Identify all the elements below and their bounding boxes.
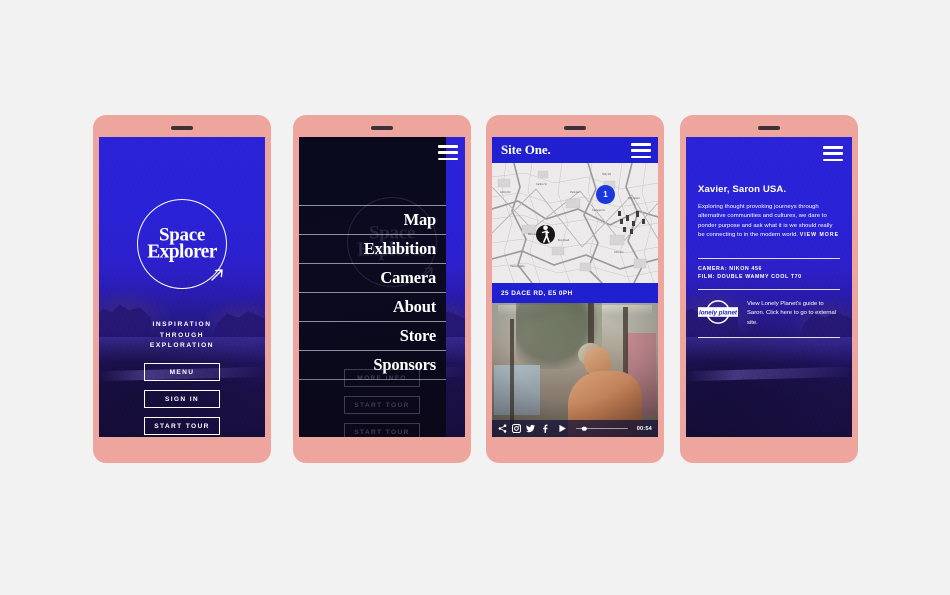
walking-person-icon[interactable] — [536, 225, 555, 244]
svg-text:Bow Road: Bow Road — [558, 239, 570, 242]
view-more-link[interactable]: VIEW MORE — [800, 232, 839, 238]
divider — [698, 289, 840, 290]
hamburger-icon[interactable] — [631, 143, 651, 158]
svg-text:Park Ave: Park Ave — [570, 191, 580, 194]
circle-arrow-icon — [211, 269, 223, 281]
space-explorer-logo: Space Explorer — [137, 199, 227, 289]
sign-in-button[interactable]: SIGN IN — [144, 390, 220, 408]
hamburger-bar — [631, 149, 651, 152]
phone-mockup-menu: Space Explorer Map Exhibition Camera Abo… — [293, 115, 471, 463]
tagline-line-1: INSPIRATION — [152, 321, 212, 328]
video-timestamp: 00:54 — [636, 425, 652, 432]
video-progress-slider[interactable] — [576, 426, 628, 431]
divider — [698, 258, 840, 259]
hamburger-bar — [438, 157, 458, 160]
tagline-line-2: THROUGH — [159, 331, 205, 339]
logo-line-2: Explorer — [147, 241, 217, 263]
horizon-haze — [686, 337, 852, 363]
screen-splash: Space Explorer INSPIRATION THROUGH EXPLO… — [99, 137, 265, 437]
video-player[interactable]: 00:54 — [492, 303, 658, 437]
menu-button[interactable]: MENU — [144, 363, 220, 381]
story-body: Exploring thought provoking journeys thr… — [698, 203, 840, 241]
svg-text:Old Ford: Old Ford — [614, 251, 624, 254]
tagline: INSPIRATION THROUGH EXPLORATION — [99, 320, 265, 352]
faded-button-stack: MORE INFO START TOUR START TOUR — [344, 369, 420, 437]
start-tour-button-1[interactable]: START TOUR — [344, 396, 420, 414]
hamburger-bar — [631, 155, 651, 158]
play-icon[interactable] — [558, 424, 567, 433]
map-view[interactable]: Ashby Rd Carlton St Park Ave Holly Rd Mi… — [492, 163, 658, 283]
video-control-bar: 00:54 — [492, 420, 658, 437]
screen-menu: Space Explorer Map Exhibition Camera Abo… — [299, 137, 465, 437]
svg-text:Ashby Rd: Ashby Rd — [500, 191, 511, 194]
hamburger-icon[interactable] — [438, 145, 458, 160]
phone-mockup-site-detail: Site One. Ashby Rd Carlton St Park Ave H… — [486, 115, 664, 463]
phone-speaker — [171, 126, 193, 130]
lonely-planet-logo[interactable]: lonely planet — [698, 297, 738, 329]
phone-mockup-splash: Space Explorer INSPIRATION THROUGH EXPLO… — [93, 115, 271, 463]
navigation-menu-list: Map Exhibition Camera About Store Sponso… — [299, 205, 446, 380]
partner-block: lonely planet View Lonely Planet's guide… — [698, 297, 840, 329]
svg-text:Tredegar St: Tredegar St — [592, 209, 605, 212]
svg-text:Carlton St: Carlton St — [536, 183, 547, 186]
hamburger-bar — [823, 152, 843, 155]
page-title: Site One. — [501, 142, 551, 157]
desert-photo-background — [686, 137, 852, 437]
screen-site-detail: Site One. Ashby Rd Carlton St Park Ave H… — [492, 137, 658, 437]
facebook-icon[interactable] — [540, 424, 549, 433]
shot-metadata: CAMERA: NIKON 456 FILM: DOUBLE WAMMY COO… — [698, 265, 840, 282]
screen-story-detail: Xavier, Saron USA. Exploring thought pro… — [686, 137, 852, 437]
svg-text:Fish Island: Fish Island — [628, 197, 640, 200]
hamburger-bar — [438, 151, 458, 154]
menu-item-camera[interactable]: Camera — [299, 263, 446, 292]
canvas: Space Explorer INSPIRATION THROUGH EXPLO… — [0, 0, 950, 595]
film-meta: FILM: DOUBLE WAMMY COOL T70 — [698, 274, 802, 281]
menu-item-store[interactable]: Store — [299, 321, 446, 350]
map-marker-1[interactable]: 1 — [596, 185, 615, 204]
more-info-button[interactable]: MORE INFO — [344, 369, 420, 387]
svg-text:lonely planet: lonely planet — [699, 310, 738, 317]
hamburger-bar — [631, 143, 651, 146]
svg-text:Holly Rd: Holly Rd — [602, 173, 612, 176]
story-title: Xavier, Saron USA. — [698, 184, 787, 195]
phone-speaker — [371, 126, 393, 130]
partner-text[interactable]: View Lonely Planet's guide to Saron. Cli… — [747, 297, 840, 328]
menu-item-map[interactable]: Map — [299, 205, 446, 234]
video-progress-knob[interactable] — [582, 426, 587, 431]
splash-button-stack: MENU SIGN IN START TOUR — [144, 363, 220, 435]
road-streak — [686, 366, 852, 382]
menu-item-about[interactable]: About — [299, 292, 446, 321]
hamburger-bar — [823, 158, 843, 161]
camera-meta: CAMERA: NIKON 456 — [698, 266, 763, 272]
share-icon[interactable] — [498, 424, 507, 433]
divider — [698, 337, 840, 338]
phone-speaker — [564, 126, 586, 130]
phone-mockup-story-detail: Xavier, Saron USA. Exploring thought pro… — [680, 115, 858, 463]
hamburger-bar — [438, 145, 458, 148]
start-tour-button-2[interactable]: START TOUR — [344, 423, 420, 437]
start-tour-button[interactable]: START TOUR — [144, 417, 220, 435]
logo-text: Space Explorer — [137, 225, 227, 263]
map-streets: Ashby Rd Carlton St Park Ave Holly Rd Mi… — [492, 163, 658, 283]
phone-speaker — [758, 126, 780, 130]
hamburger-bar — [823, 146, 843, 149]
twitter-icon[interactable] — [526, 424, 535, 433]
menu-item-exhibition[interactable]: Exhibition — [299, 234, 446, 263]
tagline-line-3: EXPLORATION — [149, 342, 215, 349]
hamburger-icon[interactable] — [823, 146, 843, 161]
instagram-icon[interactable] — [512, 424, 521, 433]
address-bar: 25 DACE RD, E5 0PH — [492, 283, 658, 303]
svg-text:Hackney Way: Hackney Way — [510, 265, 525, 268]
address-text: 25 DACE RD, E5 0PH — [501, 289, 573, 297]
video-vignette — [492, 303, 658, 437]
